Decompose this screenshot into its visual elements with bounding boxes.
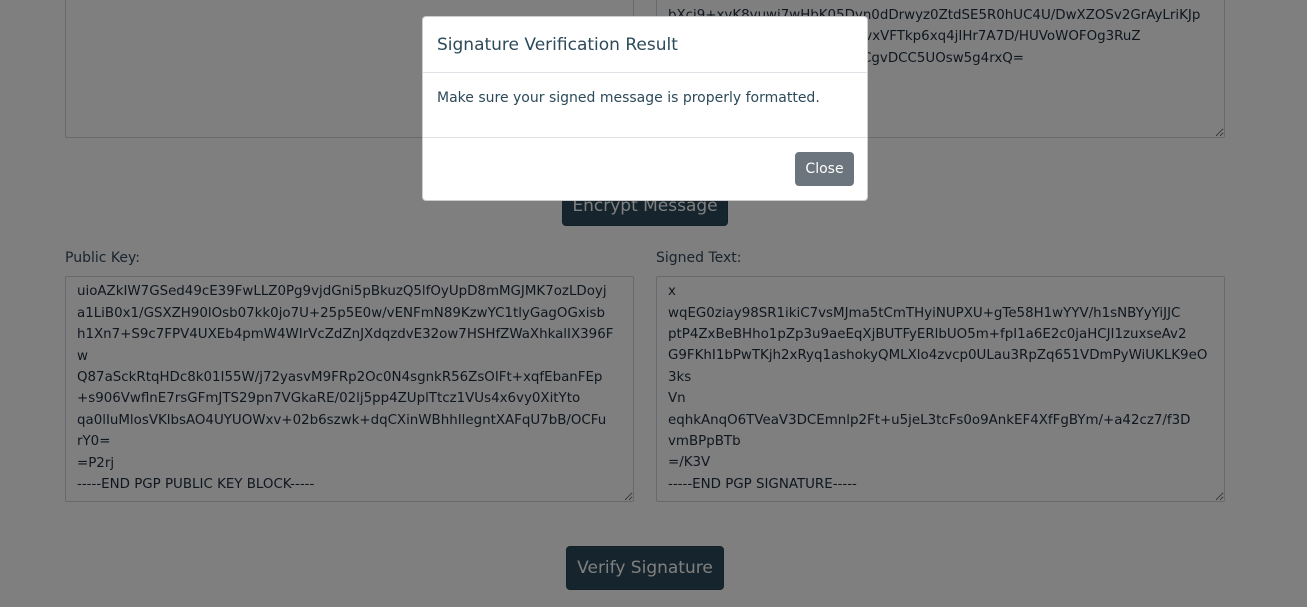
- signature-result-modal: Signature Verification Result Make sure …: [422, 16, 868, 201]
- modal-title: Signature Verification Result: [437, 34, 678, 55]
- page: bXci9+xyK8vuwi7wHbK05Dyn0dDrwyz0ZtdSE5R0…: [0, 0, 1307, 607]
- modal-header: Signature Verification Result: [423, 17, 867, 73]
- modal-message: Make sure your signed message is properl…: [437, 90, 820, 106]
- modal-body: Make sure your signed message is properl…: [423, 73, 867, 138]
- modal-footer: Close: [423, 138, 867, 200]
- close-button[interactable]: Close: [795, 152, 854, 186]
